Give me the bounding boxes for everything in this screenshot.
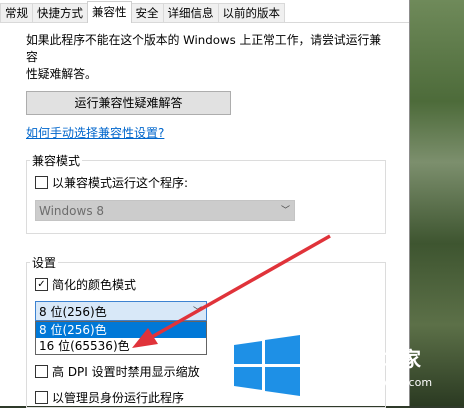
windows-logo-icon: [234, 335, 300, 396]
admin-checkbox[interactable]: [35, 391, 48, 404]
os-version-select: Windows 8 ﹀: [35, 200, 295, 221]
os-version-value: Windows 8: [39, 204, 105, 218]
compat-mode-group: [26, 160, 386, 234]
manual-settings-link[interactable]: 如何手动选择兼容性设置?: [26, 124, 164, 141]
settings-title: 设置: [30, 254, 59, 271]
reduced-color-label: 简化的颜色模式: [52, 278, 137, 292]
admin-label: 以管理员身份运行此程序: [52, 391, 185, 405]
watermark-url: www.win10xitong.com: [308, 376, 433, 389]
tab-bar: 常规 快捷方式 兼容性 安全 详细信息 以前的版本: [0, 0, 409, 23]
compat-mode-checkbox[interactable]: [35, 176, 48, 189]
chevron-down-icon: ﹀: [280, 206, 290, 216]
color-depth-select[interactable]: 8 位(256)色 ﹀: [35, 301, 207, 321]
color-depth-value: 8 位(256)色: [39, 305, 107, 319]
watermark-title: Win10之家: [310, 347, 421, 371]
description-line-1: 如果此程序不能在这个版本的 Windows 上正常工作，请尝试运行兼容: [26, 33, 382, 64]
tab-compatibility[interactable]: 兼容性: [87, 1, 132, 23]
tab-shortcut[interactable]: 快捷方式: [32, 3, 88, 22]
color-depth-dropdown: 8 位(256)色 16 位(65536)色: [35, 321, 207, 355]
compat-mode-title: 兼容模式: [30, 152, 83, 169]
reduced-color-checkbox[interactable]: ✓: [35, 278, 48, 291]
description-line-2: 性疑难解答。: [26, 67, 97, 81]
high-dpi-checkbox[interactable]: [35, 365, 48, 378]
color-option-8bit[interactable]: 8 位(256)色: [36, 322, 206, 338]
chevron-down-icon: ﹀: [192, 307, 202, 317]
tab-general[interactable]: 常规: [0, 3, 33, 22]
tab-previous-versions[interactable]: 以前的版本: [217, 3, 285, 22]
run-troubleshooter-button[interactable]: 运行兼容性疑难解答: [26, 91, 231, 115]
tab-security[interactable]: 安全: [130, 3, 164, 22]
watermark: Win10之家 www.win10xitong.com: [232, 331, 458, 401]
color-option-16bit[interactable]: 16 位(65536)色: [36, 338, 206, 354]
tab-details[interactable]: 详细信息: [162, 3, 219, 22]
high-dpi-label: 高 DPI 设置时禁用显示缩放: [52, 365, 200, 379]
compat-mode-label: 以兼容模式运行这个程序:: [52, 176, 189, 190]
compatibility-description: 如果此程序不能在这个版本的 Windows 上正常工作，请尝试运行兼容 性疑难解…: [26, 32, 386, 83]
